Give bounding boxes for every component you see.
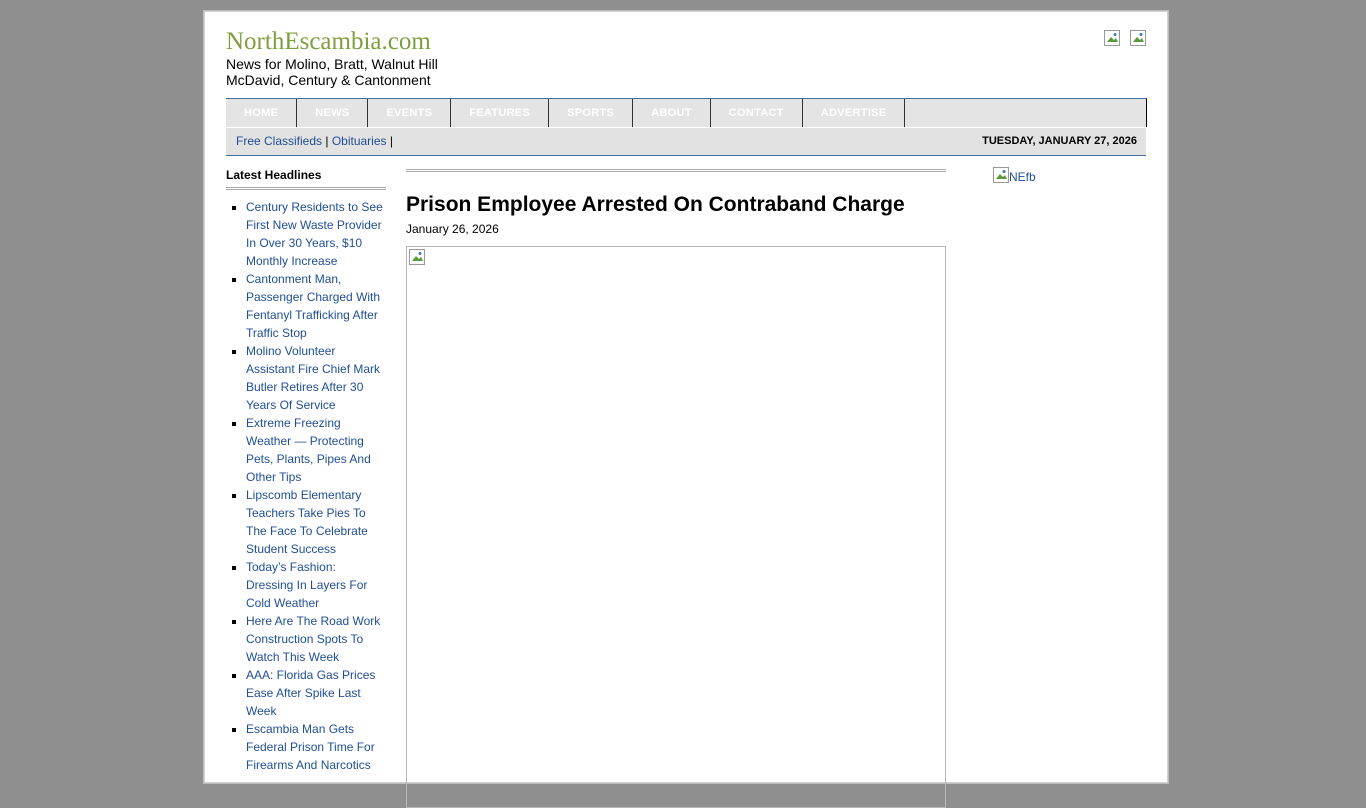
nav-about[interactable]: ABOUT: [633, 99, 711, 127]
secondary-links: Free Classifieds | Obituaries |: [236, 128, 393, 155]
headline-list: Century Residents to See First New Waste…: [226, 198, 386, 774]
list-item: Today’s Fashion: Dressing In Layers For …: [246, 558, 386, 612]
link-separator: |: [322, 134, 332, 148]
page-container: NorthEscambia.com News for Molino, Bratt…: [204, 11, 1168, 808]
current-date: TUESDAY, JANUARY 27, 2026: [982, 135, 1137, 147]
site-title-link[interactable]: NorthEscambia.com: [226, 28, 431, 56]
twitter-icon[interactable]: [1130, 30, 1146, 46]
list-item: Molino Volunteer Assistant Fire Chief Ma…: [246, 342, 386, 414]
article-image: [406, 246, 946, 808]
list-item: AAA: Florida Gas Prices Ease After Spike…: [246, 666, 386, 720]
secondary-bar: Free Classifieds | Obituaries | TUESDAY,…: [226, 128, 1146, 156]
broken-image-icon: [993, 167, 1009, 186]
list-item: Cantonment Man, Passenger Charged With F…: [246, 270, 386, 342]
main-navigation: HOME NEWS EVENTS FEATURES SPORTS ABOUT C…: [226, 98, 1147, 127]
broken-image-icon: [409, 249, 425, 270]
nav-features[interactable]: FEATURES: [451, 99, 550, 127]
latest-headlines-heading: Latest Headlines: [226, 168, 386, 190]
nefb-ad-alt-text: NEfb: [1009, 169, 1036, 184]
headline-link[interactable]: Today’s Fashion: Dressing In Layers For …: [246, 560, 367, 610]
headline-link[interactable]: Lipscomb Elementary Teachers Take Pies T…: [246, 488, 368, 556]
list-item: Lipscomb Elementary Teachers Take Pies T…: [246, 486, 386, 558]
nav-news[interactable]: NEWS: [297, 99, 369, 127]
nav-sports[interactable]: SPORTS: [549, 99, 634, 127]
link-separator: |: [386, 134, 393, 148]
headline-link[interactable]: AAA: Florida Gas Prices Ease After Spike…: [246, 668, 375, 718]
nav-contact[interactable]: CONTACT: [711, 99, 803, 127]
list-item: Extreme Freezing Weather — Protecting Pe…: [246, 414, 386, 486]
list-item: Century Residents to See First New Waste…: [246, 198, 386, 270]
facebook-icon[interactable]: [1104, 30, 1120, 46]
article-main: Prison Employee Arrested On Contraband C…: [406, 168, 946, 808]
list-item: Escambia Man Gets Federal Prison Time Fo…: [246, 720, 386, 774]
headline-link[interactable]: Here Are The Road Work Construction Spot…: [246, 614, 380, 664]
obituaries-link[interactable]: Obituaries: [332, 134, 387, 148]
nav-home[interactable]: HOME: [226, 99, 298, 127]
article-title: Prison Employee Arrested On Contraband C…: [406, 193, 905, 216]
nav-advertise[interactable]: ADVERTISE: [803, 99, 906, 127]
article-top-divider: [406, 169, 946, 172]
headline-link[interactable]: Century Residents to See First New Waste…: [246, 200, 383, 268]
article-date: January 26, 2026: [406, 222, 499, 236]
headline-link[interactable]: Escambia Man Gets Federal Prison Time Fo…: [246, 722, 375, 772]
nav-events[interactable]: EVENTS: [368, 99, 452, 127]
free-classifieds-link[interactable]: Free Classifieds: [236, 134, 322, 148]
nefb-ad[interactable]: NEfb: [993, 167, 1036, 186]
site-tagline: News for Molino, Bratt, Walnut Hill McDa…: [226, 56, 438, 88]
tagline-line-2: McDavid, Century & Cantonment: [226, 72, 431, 88]
headline-link[interactable]: Extreme Freezing Weather — Protecting Pe…: [246, 416, 371, 484]
latest-headlines-sidebar: Latest Headlines Century Residents to Se…: [226, 168, 386, 774]
headline-link[interactable]: Molino Volunteer Assistant Fire Chief Ma…: [246, 344, 380, 412]
tagline-line-1: News for Molino, Bratt, Walnut Hill: [226, 56, 438, 72]
list-item: Here Are The Road Work Construction Spot…: [246, 612, 386, 666]
headline-link[interactable]: Cantonment Man, Passenger Charged With F…: [246, 272, 380, 340]
